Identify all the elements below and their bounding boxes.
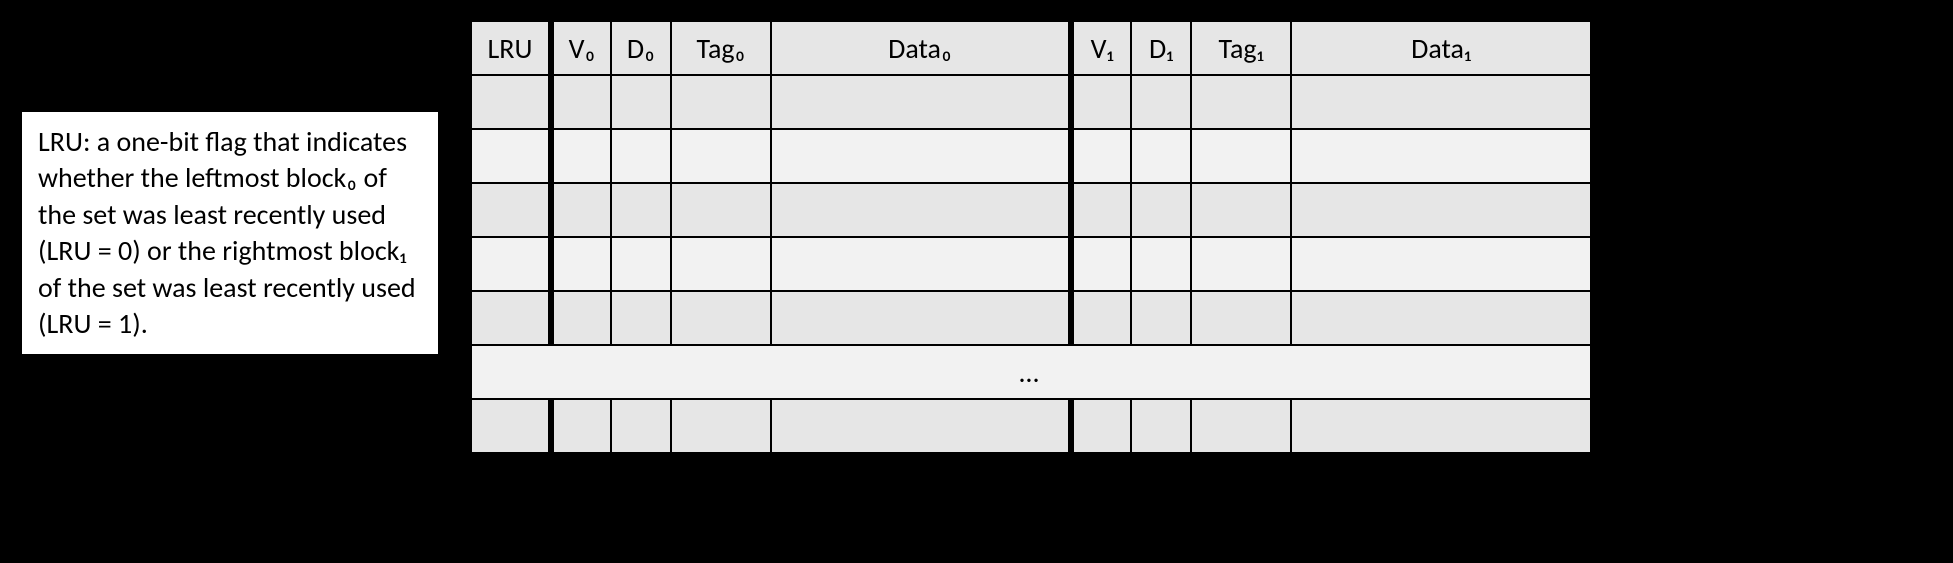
table-row [471,75,1591,129]
table-header-row: LRU V₀ D₀ Tag₀ Data₀ V₁ D₁ Tag₁ Data₁ [471,21,1591,75]
cache-table: LRU V₀ D₀ Tag₀ Data₀ V₁ D₁ Tag₁ Data₁ … [470,20,1592,454]
header-tag0: Tag₀ [671,21,771,75]
header-lru: LRU [471,21,551,75]
ellipsis: … [471,345,1591,399]
header-v0: V₀ [551,21,611,75]
header-v1: V₁ [1071,21,1131,75]
header-d0: D₀ [611,21,671,75]
table-row [471,129,1591,183]
header-data1: Data₁ [1291,21,1591,75]
header-data0: Data₀ [771,21,1071,75]
table-row [471,237,1591,291]
lru-description: LRU: a one-bit flag that indicates wheth… [20,110,440,356]
header-tag1: Tag₁ [1191,21,1291,75]
ellipsis-row: … [471,345,1591,399]
table-row [471,399,1591,453]
header-d1: D₁ [1131,21,1191,75]
table-row [471,183,1591,237]
table-row [471,291,1591,345]
